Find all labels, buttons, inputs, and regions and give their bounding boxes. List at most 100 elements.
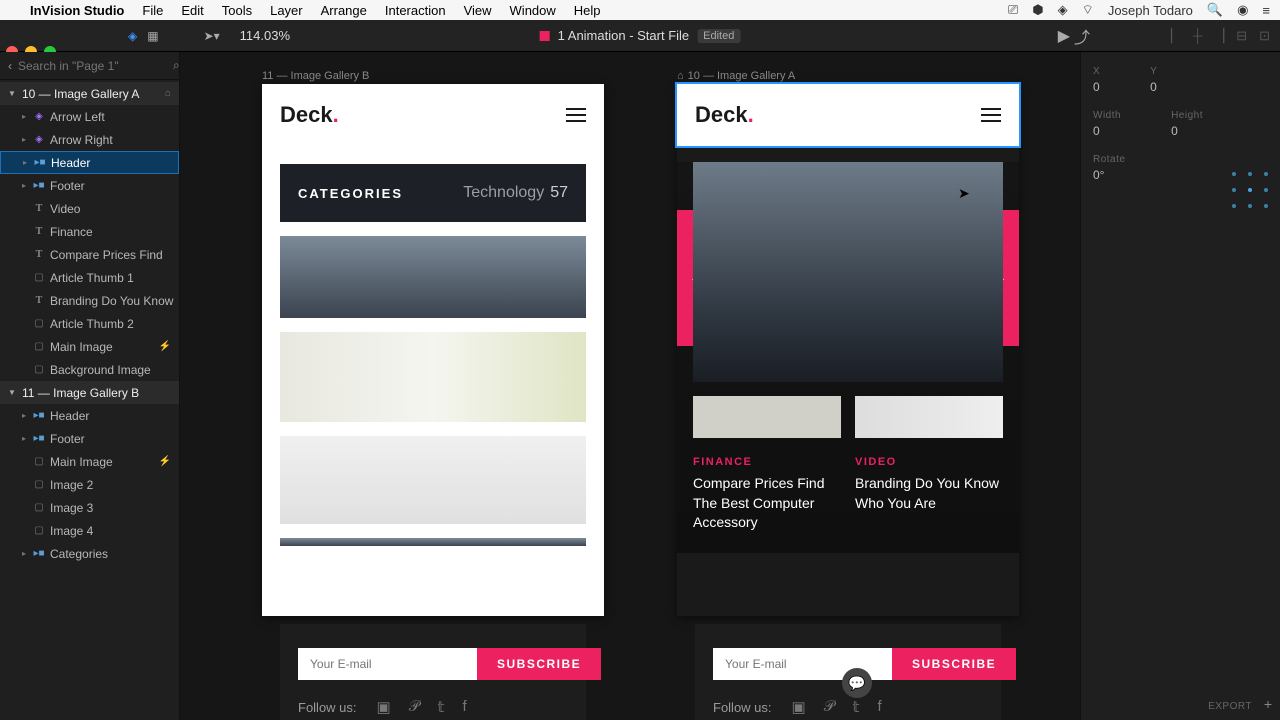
pinterest-icon[interactable]: 𝒫 — [409, 698, 420, 716]
menu-layer[interactable]: Layer — [270, 3, 303, 18]
menu-window[interactable]: Window — [510, 3, 556, 18]
layer-row-9[interactable]: TBranding Do You Know — [0, 289, 179, 312]
layer-row-4[interactable]: ▸▸■Footer — [0, 174, 179, 197]
layer-row-16[interactable]: ▢Main Image⚡ — [0, 450, 179, 473]
deck-logo[interactable]: Deck. — [280, 102, 339, 128]
prop-height[interactable]: Height0 — [1171, 110, 1203, 138]
transform-origin-dial[interactable] — [1232, 172, 1268, 208]
layer-row-10[interactable]: ▢Article Thumb 2 — [0, 312, 179, 335]
layer-row-20[interactable]: ▸▸■Categories — [0, 542, 179, 565]
layer-row-0[interactable]: ▼10 — Image Gallery A⌂ — [0, 82, 179, 105]
artboard-label-a[interactable]: ⌂10 — Image Gallery A — [677, 70, 795, 82]
layer-row-15[interactable]: ▸▸■Footer — [0, 427, 179, 450]
email-input-b[interactable] — [298, 648, 477, 680]
image-2-thumb[interactable] — [280, 332, 586, 422]
instagram-icon[interactable]: ▣ — [792, 698, 806, 716]
layer-row-6[interactable]: TFinance — [0, 220, 179, 243]
layer-row-3[interactable]: ▸▸■Header — [0, 151, 179, 174]
layer-row-12[interactable]: ▢Background Image — [0, 358, 179, 381]
zoom-level[interactable]: 114.03% — [240, 28, 290, 43]
facebook-icon[interactable]: f — [878, 698, 882, 716]
layer-row-8[interactable]: ▢Article Thumb 1 — [0, 266, 179, 289]
dropbox-icon[interactable]: ⬢ — [1032, 2, 1043, 18]
wifi-icon[interactable]: ◈ — [1058, 2, 1068, 18]
upload-icon[interactable]: ⤴ — [1074, 24, 1090, 48]
layer-row-7[interactable]: TCompare Prices Find — [0, 243, 179, 266]
export-add-icon[interactable]: + — [1264, 696, 1272, 712]
menu-file[interactable]: File — [142, 3, 163, 18]
align-right-icon[interactable]: ▕ — [1214, 28, 1224, 44]
bolt-icon[interactable]: ⚡ — [159, 456, 171, 467]
article-card-video[interactable]: VIDEO Branding Do You Know Who You Are — [855, 396, 1003, 533]
trash-icon[interactable]: ▦ — [147, 29, 158, 43]
prop-rotate[interactable]: Rotate0° — [1093, 154, 1125, 182]
app-name[interactable]: InVision Studio — [30, 3, 124, 18]
hamburger-icon[interactable] — [566, 108, 586, 122]
canvas[interactable]: 11 — Image Gallery B ⌂10 — Image Gallery… — [180, 52, 1080, 720]
search-icon[interactable]: ⌕ — [173, 58, 180, 73]
layer-row-1[interactable]: ▸◈Arrow Left — [0, 105, 179, 128]
disclosure-triangle-icon[interactable]: ▸ — [22, 135, 32, 144]
facebook-icon[interactable]: f — [463, 698, 467, 716]
align-center-icon[interactable]: ┼ — [1193, 28, 1202, 44]
menu-help[interactable]: Help — [574, 3, 601, 18]
pinterest-icon[interactable]: 𝒫 — [824, 698, 835, 716]
disclosure-triangle-icon[interactable]: ▸ — [22, 411, 32, 420]
prop-x[interactable]: X0 — [1093, 66, 1100, 94]
layer-row-13[interactable]: ▼11 — Image Gallery B — [0, 381, 179, 404]
disclosure-triangle-icon[interactable]: ▼ — [8, 388, 18, 397]
main-image-thumb[interactable] — [280, 236, 586, 318]
artboard-label-b[interactable]: 11 — Image Gallery B — [262, 70, 369, 82]
twitter-icon[interactable]: 𝕥 — [853, 698, 860, 716]
disclosure-triangle-icon[interactable]: ▸ — [22, 549, 32, 558]
layer-row-18[interactable]: ▢Image 3 — [0, 496, 179, 519]
prop-width[interactable]: Width0 — [1093, 110, 1121, 138]
menu-tools[interactable]: Tools — [222, 3, 252, 18]
categories-bar[interactable]: CATEGORIES Technology57 — [280, 164, 586, 222]
article-card-finance[interactable]: FINANCE Compare Prices Find The Best Com… — [693, 396, 841, 533]
deck-header-a[interactable]: Deck. — [677, 84, 1019, 146]
disclosure-triangle-icon[interactable]: ▸ — [22, 181, 32, 190]
siri-icon[interactable]: ◉ — [1237, 2, 1248, 18]
layer-row-2[interactable]: ▸◈Arrow Right — [0, 128, 179, 151]
artboard-gallery-b[interactable]: Deck. CATEGORIES Technology57 — [262, 84, 604, 616]
layer-row-5[interactable]: TVideo — [0, 197, 179, 220]
layer-row-11[interactable]: ▢Main Image⚡ — [0, 335, 179, 358]
twitter-icon[interactable]: 𝕥 — [438, 698, 445, 716]
hamburger-icon[interactable] — [981, 108, 1001, 122]
prop-y[interactable]: Y0 — [1150, 66, 1157, 94]
spotlight-icon[interactable]: 🔍 — [1207, 2, 1223, 18]
subscribe-button-a[interactable]: SUBSCRIBE — [892, 648, 1016, 680]
image-4-thumb[interactable] — [280, 538, 586, 546]
layer-row-14[interactable]: ▸▸■Header — [0, 404, 179, 427]
play-icon[interactable]: ▶ — [1058, 26, 1070, 46]
disclosure-triangle-icon[interactable]: ▼ — [8, 89, 18, 98]
document-title[interactable]: 1 Animation - Start File Edited — [540, 28, 741, 43]
subscribe-button-b[interactable]: SUBSCRIBE — [477, 648, 601, 680]
menu-view[interactable]: View — [464, 3, 492, 18]
layer-row-17[interactable]: ▢Image 2 — [0, 473, 179, 496]
cube-icon[interactable]: ◈ — [128, 29, 137, 43]
dist-v-icon[interactable]: ⊡ — [1259, 28, 1270, 44]
menu-interaction[interactable]: Interaction — [385, 3, 446, 18]
airplay-icon[interactable]: ⌔ — [1082, 2, 1094, 18]
bolt-icon[interactable]: ⚡ — [159, 341, 171, 352]
image-3-thumb[interactable] — [280, 436, 586, 524]
dist-h-icon[interactable]: ⊟ — [1236, 28, 1247, 44]
align-left-icon[interactable]: ▏ — [1171, 28, 1181, 44]
menu-extras-icon[interactable]: ≡ — [1262, 3, 1270, 18]
instagram-icon[interactable]: ▣ — [377, 698, 391, 716]
chat-bubble-icon[interactable]: 💬 — [842, 668, 872, 698]
hero-image[interactable] — [693, 162, 1003, 382]
back-chevron-icon[interactable]: ‹ — [8, 59, 12, 73]
home-icon[interactable]: ⌂ — [165, 88, 171, 99]
menu-arrange[interactable]: Arrange — [321, 3, 367, 18]
artboard-gallery-a[interactable]: Deck. ← → FINANCE Compare Prices Find Th… — [677, 84, 1019, 616]
disclosure-triangle-icon[interactable]: ▸ — [22, 434, 32, 443]
pointer-tool-icon[interactable]: ➤▾ — [204, 29, 220, 43]
layer-search-input[interactable] — [18, 59, 173, 73]
menu-edit[interactable]: Edit — [181, 3, 203, 18]
layer-row-19[interactable]: ▢Image 4 — [0, 519, 179, 542]
disclosure-triangle-icon[interactable]: ▸ — [22, 112, 32, 121]
disclosure-triangle-icon[interactable]: ▸ — [23, 158, 33, 167]
